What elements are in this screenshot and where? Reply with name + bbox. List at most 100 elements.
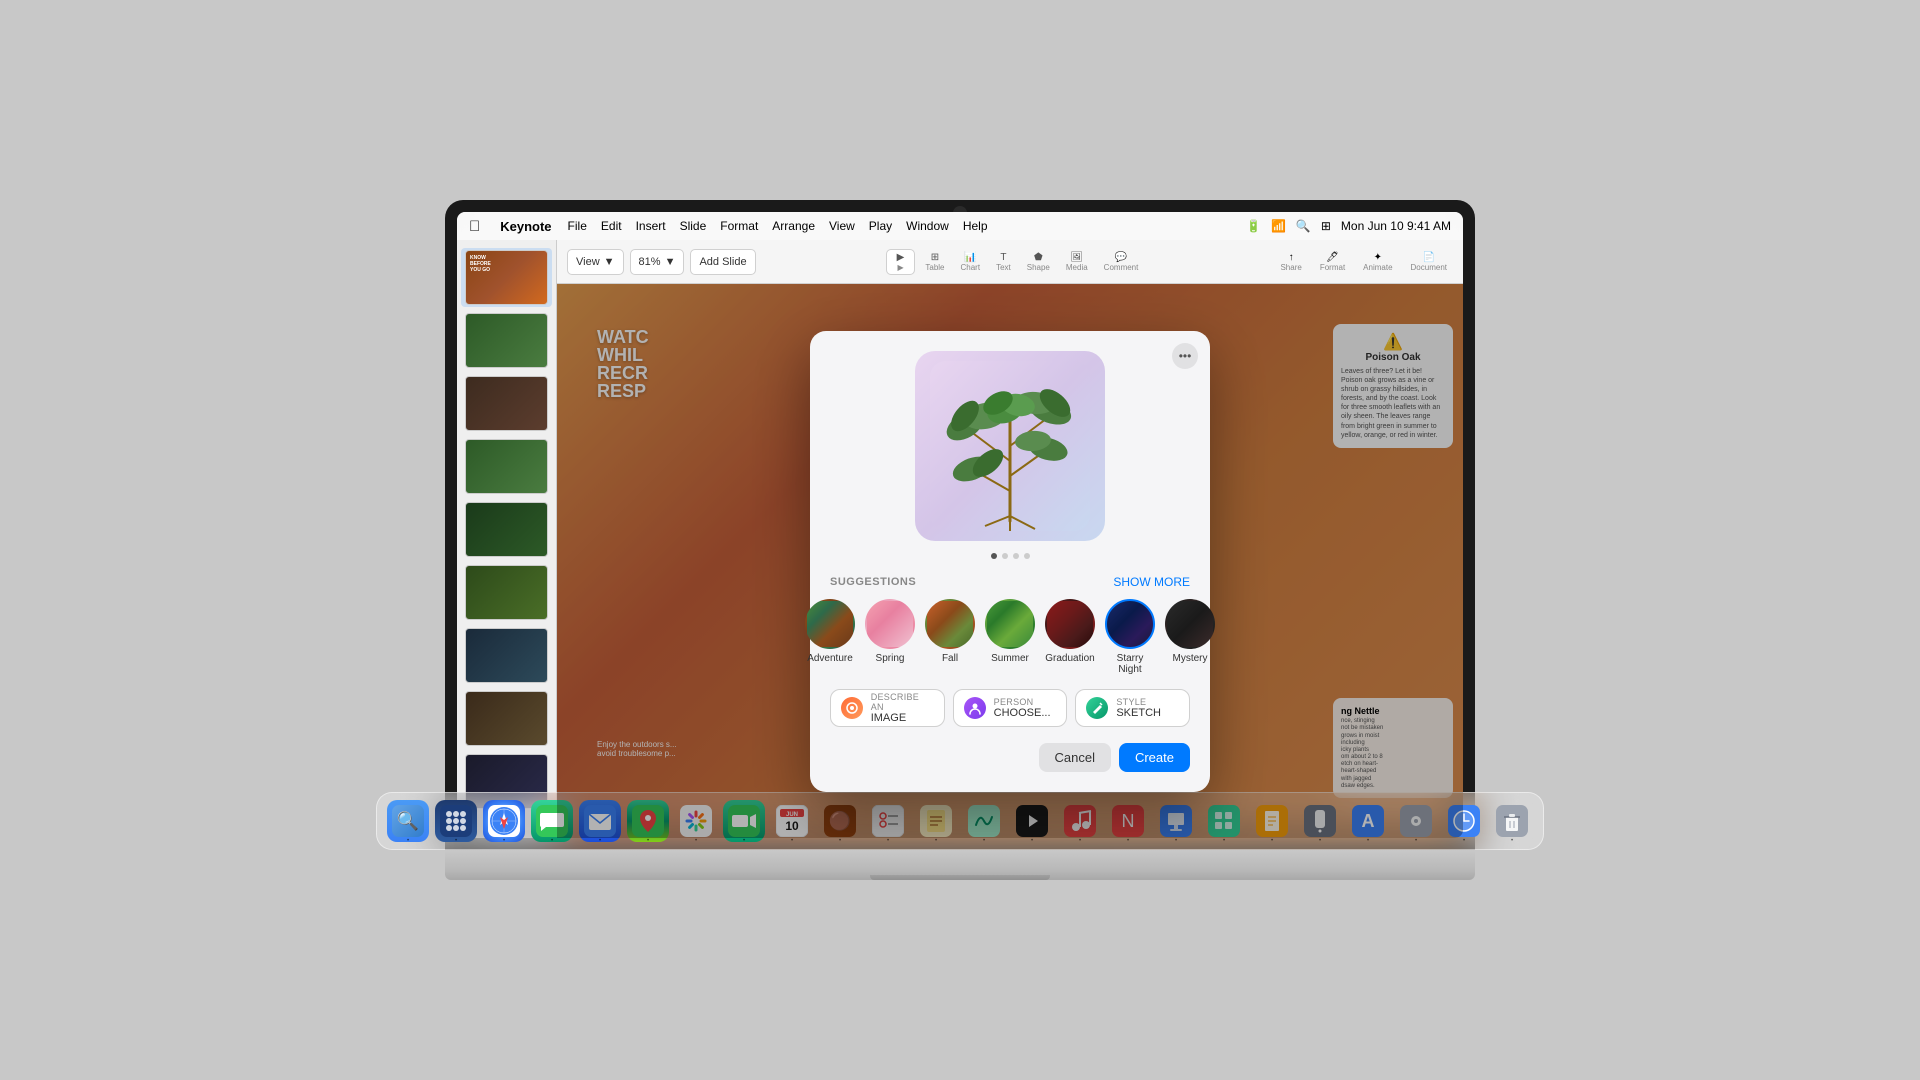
slide-thumb-5-wrapper[interactable] (461, 500, 552, 559)
share-button[interactable]: ↑ Share (1274, 252, 1307, 272)
dock-bar: 🔍 (445, 850, 1475, 870)
shape-button[interactable]: ⬟ Shape (1021, 252, 1056, 272)
suggestions-grid: Adventure Spring Fall (830, 599, 1190, 675)
menu-slide[interactable]: Slide (680, 219, 707, 233)
describe-image-option[interactable]: DESCRIBE AN IMAGE (830, 689, 945, 727)
search-icon[interactable]: 🔍 (1296, 219, 1311, 233)
chart-label: Chart (961, 263, 981, 272)
slide-thumb-4-wrapper[interactable] (461, 437, 552, 496)
slide-thumb-3-wrapper[interactable] (461, 374, 552, 433)
menu-insert[interactable]: Insert (636, 219, 666, 233)
dock-trash[interactable] (1491, 800, 1533, 842)
suggestion-summer-circle (985, 599, 1035, 649)
dock-finder[interactable]: 🔍 (387, 800, 429, 842)
control-center-icon[interactable]: ⊞ (1321, 219, 1331, 233)
shape-icon: ⬟ (1034, 252, 1043, 263)
play-icon: ▶ (897, 252, 905, 263)
menu-format[interactable]: Format (720, 219, 758, 233)
chart-button[interactable]: 📊 Chart (955, 252, 987, 272)
dot-1[interactable] (991, 553, 997, 559)
slide-thumb-4[interactable] (465, 439, 548, 494)
slide-thumb-7[interactable] (465, 628, 548, 683)
suggestion-fall-label: Fall (942, 653, 958, 664)
menu-view[interactable]: View (829, 219, 855, 233)
comment-button[interactable]: 💬 Comment (1098, 252, 1145, 272)
slide-thumb-2-wrapper[interactable] (461, 311, 552, 370)
slide-thumb-3[interactable] (465, 376, 548, 431)
slide-thumb-6-wrapper[interactable] (461, 563, 552, 622)
view-button[interactable]: View ▼ (567, 249, 624, 275)
person-icon (964, 697, 986, 719)
cancel-button[interactable]: Cancel (1039, 743, 1111, 772)
menubar-right: 🔋 📶 🔍 ⊞ Mon Jun 10 9:41 AM (1246, 219, 1451, 233)
slide-sidebar: KNOWBEFOREYOU GO (457, 240, 557, 838)
menu-arrange[interactable]: Arrange (772, 219, 815, 233)
zoom-button[interactable]: 81% ▼ (630, 249, 685, 275)
dot-2[interactable] (1002, 553, 1008, 559)
slide-thumb-1[interactable]: KNOWBEFOREYOU GO (465, 250, 548, 305)
slide-thumb-5[interactable] (465, 502, 548, 557)
show-more-button[interactable]: SHOW MORE (1113, 575, 1190, 589)
person-option[interactable]: PERSON CHOOSE... (953, 689, 1068, 727)
style-title: STYLE (1116, 697, 1161, 707)
menu-window[interactable]: Window (906, 219, 949, 233)
suggestion-mystery-circle (1165, 599, 1215, 649)
more-options-button[interactable]: ••• (1172, 343, 1198, 369)
datetime: Mon Jun 10 9:41 AM (1341, 219, 1451, 233)
media-icon: 🖼 (1070, 252, 1083, 263)
play-label: ▶ (897, 263, 903, 272)
slide-thumb-2[interactable] (465, 313, 548, 368)
dialog-overlay: ••• (557, 284, 1463, 838)
style-icon (1086, 697, 1108, 719)
dot-4[interactable] (1024, 553, 1030, 559)
toolbar: View ▼ 81% ▼ Add Slide ▶ (557, 240, 1463, 284)
app-name[interactable]: Keynote (500, 219, 551, 234)
text-button[interactable]: T Text (990, 252, 1017, 272)
table-button[interactable]: ⊞ Table (919, 252, 950, 272)
dock-safari[interactable] (483, 800, 525, 842)
animate-button[interactable]: ✦ Animate (1357, 252, 1398, 272)
format-panel-button[interactable]: 🖊 Format (1314, 252, 1351, 272)
menubar-left:  Keynote File Edit Insert Slide Format … (469, 218, 1246, 235)
suggestion-spring-circle (865, 599, 915, 649)
slide-thumb-6[interactable] (465, 565, 548, 620)
person-value: CHOOSE... (994, 707, 1051, 719)
suggestion-adventure[interactable]: Adventure (805, 599, 855, 675)
menu-edit[interactable]: Edit (601, 219, 622, 233)
table-label: Table (925, 263, 944, 272)
slide-thumb-1-wrapper[interactable]: KNOWBEFOREYOU GO (461, 248, 552, 307)
suggestion-starry-night[interactable]: Starry Night (1105, 599, 1155, 675)
person-title: PERSON (994, 697, 1051, 707)
apple-menu[interactable]:  (469, 218, 480, 235)
menu-help[interactable]: Help (963, 219, 988, 233)
table-icon: ⊞ (931, 252, 939, 263)
suggestion-fall[interactable]: Fall (925, 599, 975, 675)
slide-thumb-8-wrapper[interactable] (461, 689, 552, 748)
suggestions-label: SUGGESTIONS (830, 576, 916, 588)
menubar:  Keynote File Edit Insert Slide Format … (457, 212, 1463, 240)
suggestion-spring[interactable]: Spring (865, 599, 915, 675)
pagination-dots (830, 553, 1190, 559)
slide-thumb-8[interactable] (465, 691, 548, 746)
suggestion-graduation[interactable]: Graduation (1045, 599, 1095, 675)
text-label: Text (996, 263, 1011, 272)
suggestion-summer[interactable]: Summer (985, 599, 1035, 675)
screen-bezel:  Keynote File Edit Insert Slide Format … (445, 200, 1475, 850)
style-value: SKETCH (1116, 707, 1161, 719)
add-slide-label: Add Slide (699, 256, 746, 268)
add-slide-button[interactable]: Add Slide (690, 249, 755, 275)
style-option[interactable]: STYLE SKETCH (1075, 689, 1190, 727)
suggestion-fall-circle (925, 599, 975, 649)
play-button[interactable]: ▶ ▶ (886, 249, 916, 275)
suggestion-adventure-circle (805, 599, 855, 649)
menu-play[interactable]: Play (869, 219, 892, 233)
share-icon: ↑ (1289, 252, 1294, 263)
create-button[interactable]: Create (1119, 743, 1190, 772)
suggestion-mystery[interactable]: Mystery (1165, 599, 1215, 675)
dot-3[interactable] (1013, 553, 1019, 559)
slide-thumb-7-wrapper[interactable] (461, 626, 552, 685)
dock-launchpad[interactable] (435, 800, 477, 842)
document-button[interactable]: 📄 Document (1405, 252, 1453, 272)
media-button[interactable]: 🖼 Media (1060, 252, 1094, 272)
menu-file[interactable]: File (568, 219, 587, 233)
